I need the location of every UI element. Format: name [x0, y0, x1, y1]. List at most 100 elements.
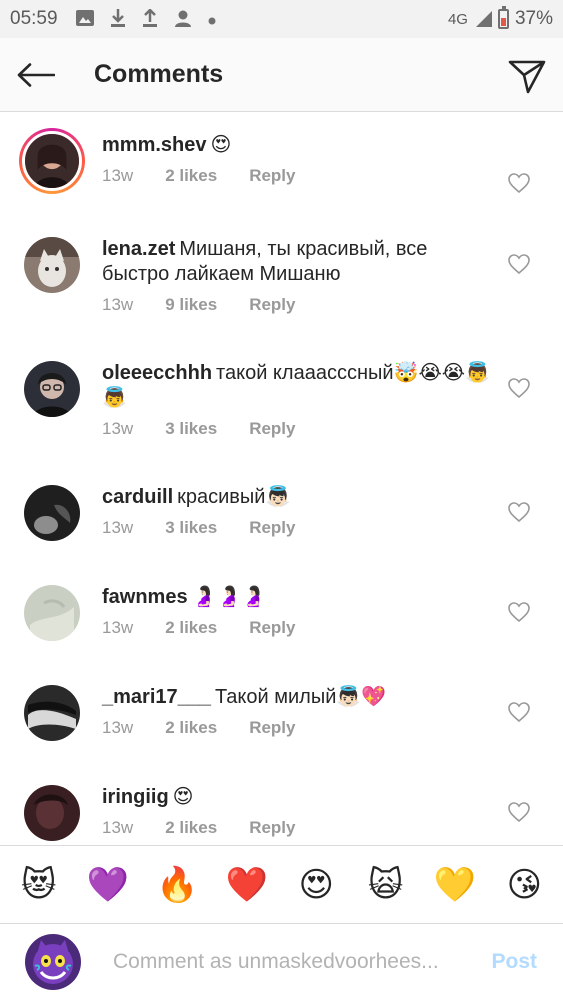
my-avatar — [25, 934, 81, 990]
comment-body: _mari17___ Такой милый👼🏻💖 13w 2 likes Rep… — [102, 685, 497, 738]
avatar[interactable] — [19, 128, 85, 194]
comment-message: 😍 — [210, 134, 232, 156]
comment-username[interactable]: iringiig — [102, 786, 169, 808]
comment-text: fawnmes 🤰🏻🤰🏻🤰🏻 — [102, 585, 497, 610]
comment-text: iringiig 😍 — [102, 785, 497, 810]
network-label: 4G — [447, 10, 468, 28]
comment-time: 13w — [102, 818, 134, 837]
comment-meta: 13w 2 likes Reply — [102, 718, 497, 738]
emoji-yellow-heart[interactable]: 💛 — [431, 868, 479, 902]
comment-meta: 13w 9 likes Reply — [102, 295, 497, 315]
heart-icon[interactable] — [507, 500, 531, 524]
post-button[interactable]: Post — [491, 950, 537, 974]
comment-body: mmm.shev 😍 13w 2 likes Reply — [102, 133, 497, 186]
comment-username[interactable]: _mari17___ — [102, 686, 211, 708]
dot-icon — [208, 10, 216, 28]
reply-button[interactable]: Reply — [249, 718, 295, 738]
comment-username[interactable]: mmm.shev — [102, 134, 207, 156]
emoji-red-heart[interactable]: ❤️ — [223, 868, 271, 902]
comment-time: 13w — [102, 295, 134, 314]
comment-text: oleeecchhh такой клааасссный🤯😭😭👼👼 — [102, 361, 497, 411]
comment-username[interactable]: fawnmes — [102, 586, 188, 608]
emoji-scream-cat[interactable]: 🙀 — [362, 868, 410, 902]
battery-icon — [497, 6, 509, 29]
comment-text: mmm.shev 😍 — [102, 133, 497, 158]
avatar[interactable] — [24, 237, 80, 293]
arrow-left-icon — [17, 62, 55, 87]
comment-meta: 13w 3 likes Reply — [102, 419, 497, 439]
comment-input-bar: Post — [0, 923, 563, 1000]
comment-username[interactable]: carduill — [102, 486, 173, 508]
story-ring — [19, 128, 85, 194]
comment-username[interactable]: lena.zet — [102, 238, 175, 260]
comment-meta: 13w 3 likes Reply — [102, 518, 497, 538]
upload-icon — [142, 7, 158, 30]
signal-icon — [474, 11, 492, 27]
comment-meta: 13w 2 likes Reply — [102, 166, 497, 186]
comment-message: красивый👼🏻 — [177, 486, 291, 508]
comment-likes[interactable]: 2 likes — [165, 618, 217, 638]
reply-button[interactable]: Reply — [249, 518, 295, 538]
comment-body: fawnmes 🤰🏻🤰🏻🤰🏻 13w 2 likes Reply — [102, 585, 497, 638]
reply-button[interactable]: Reply — [249, 818, 295, 838]
status-right: 4G 37% — [447, 6, 553, 30]
emoji-heart-eyes[interactable]: 😍 — [292, 868, 340, 902]
back-button[interactable] — [0, 38, 72, 112]
reply-button[interactable]: Reply — [249, 419, 295, 439]
share-button[interactable] — [505, 54, 549, 98]
comment-time: 13w — [102, 166, 134, 185]
emoji-purple-heart[interactable]: 💜 — [84, 868, 132, 902]
heart-icon[interactable] — [507, 600, 531, 624]
comment-text: lena.zet Мишаня, ты красивый, все быстро … — [102, 237, 497, 287]
status-bar: 05:59 4G 37% — [0, 0, 563, 38]
comment-likes[interactable]: 3 likes — [165, 518, 217, 538]
comment-time: 13w — [102, 618, 134, 637]
reply-button[interactable]: Reply — [249, 166, 295, 186]
comment-text: _mari17___ Такой милый👼🏻💖 — [102, 685, 497, 710]
avatar[interactable] — [24, 485, 80, 541]
comment-likes[interactable]: 2 likes — [165, 718, 217, 738]
battery-percent: 37% — [514, 8, 553, 29]
emoji-heart-eyes-cat[interactable]: 😻 — [15, 868, 63, 902]
download-icon — [110, 8, 126, 30]
comment-likes[interactable]: 3 likes — [165, 419, 217, 439]
avatar[interactable] — [24, 685, 80, 741]
comment-body: iringiig 😍 13w 2 likes Reply — [102, 785, 497, 838]
comment-message: Такой милый👼🏻💖 — [214, 686, 387, 708]
comment-meta: 13w 2 likes Reply — [102, 818, 497, 838]
comment-message: 😍 — [172, 786, 194, 808]
heart-icon[interactable] — [507, 700, 531, 724]
heart-icon[interactable] — [507, 252, 531, 276]
avatar[interactable] — [24, 361, 80, 417]
comment-body: lena.zet Мишаня, ты красивый, все быстро … — [102, 237, 497, 315]
heart-icon[interactable] — [507, 376, 531, 400]
comment-meta: 13w 2 likes Reply — [102, 618, 497, 638]
comment-list[interactable]: mmm.shev 😍 13w 2 likes Reply lena.zet Миша… — [0, 113, 563, 845]
paper-plane-icon — [508, 60, 546, 94]
comment-likes[interactable]: 2 likes — [165, 166, 217, 186]
notification-icons — [75, 7, 216, 30]
avatar[interactable] — [24, 785, 80, 841]
heart-icon[interactable] — [507, 800, 531, 824]
comment-input[interactable] — [113, 950, 482, 974]
header: Comments — [0, 38, 563, 112]
emoji-kissing-heart[interactable]: 😘 — [500, 868, 548, 902]
avatar[interactable] — [24, 585, 80, 641]
heart-icon[interactable] — [507, 171, 531, 195]
comment-likes[interactable]: 9 likes — [165, 295, 217, 315]
status-time: 05:59 — [10, 8, 58, 29]
comment-likes[interactable]: 2 likes — [165, 818, 217, 838]
reply-button[interactable]: Reply — [249, 295, 295, 315]
comment-body: oleeecchhh такой клааасссный🤯😭😭👼👼 13w 3 l… — [102, 361, 497, 439]
comment-body: carduill красивый👼🏻 13w 3 likes Reply — [102, 485, 497, 538]
comment-time: 13w — [102, 718, 134, 737]
person-icon — [174, 9, 192, 30]
comment-text: carduill красивый👼🏻 — [102, 485, 497, 510]
comment-username[interactable]: oleeecchhh — [102, 362, 212, 384]
comment-message: 🤰🏻🤰🏻🤰🏻 — [191, 586, 267, 608]
comment-time: 13w — [102, 518, 134, 537]
emoji-bar: 😻 💜 🔥 ❤️ 😍 🙀 💛 😘 — [0, 845, 563, 923]
reply-button[interactable]: Reply — [249, 618, 295, 638]
page-title: Comments — [94, 60, 224, 88]
emoji-fire[interactable]: 🔥 — [153, 868, 201, 902]
